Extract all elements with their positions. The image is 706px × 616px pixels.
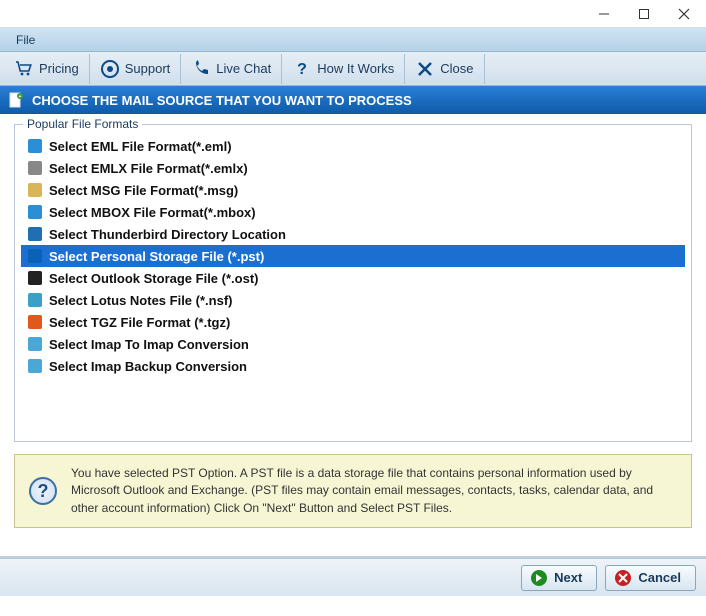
livechat-label: Live Chat: [216, 61, 271, 76]
format-item-label: Select Imap Backup Conversion: [49, 359, 247, 374]
support-label: Support: [125, 61, 171, 76]
thunderbird-icon: [27, 226, 43, 242]
format-item-eml[interactable]: Select EML File Format(*.eml): [21, 135, 685, 157]
content-area: Popular File Formats Select EML File For…: [0, 114, 706, 448]
format-item-ost[interactable]: Select Outlook Storage File (*.ost): [21, 267, 685, 289]
info-area: ? You have selected PST Option. A PST fi…: [0, 448, 706, 528]
cancel-button[interactable]: Cancel: [605, 565, 696, 591]
page-icon: +: [8, 92, 24, 108]
svg-text:?: ?: [297, 61, 307, 78]
format-item-nsf[interactable]: Select Lotus Notes File (*.nsf): [21, 289, 685, 311]
format-item-label: Select EMLX File Format(*.emlx): [49, 161, 248, 176]
format-item-label: Select TGZ File Format (*.tgz): [49, 315, 230, 330]
msg-icon: [27, 182, 43, 198]
phone-icon: [191, 59, 211, 79]
menubar: File: [0, 28, 706, 52]
imapbk-icon: [27, 358, 43, 374]
svg-text:+: +: [19, 94, 22, 100]
section-title: CHOOSE THE MAIL SOURCE THAT YOU WANT TO …: [32, 93, 412, 108]
pricing-label: Pricing: [39, 61, 79, 76]
info-box: ? You have selected PST Option. A PST fi…: [14, 454, 692, 528]
cancel-label: Cancel: [638, 570, 681, 585]
formats-legend: Popular File Formats: [23, 117, 142, 131]
format-item-label: Select Imap To Imap Conversion: [49, 337, 249, 352]
imap-icon: [27, 336, 43, 352]
cart-icon: [14, 59, 34, 79]
format-item-label: Select Personal Storage File (*.pst): [49, 249, 264, 264]
format-item-label: Select EML File Format(*.eml): [49, 139, 232, 154]
footer: Next Cancel: [0, 558, 706, 596]
mbox-icon: [27, 204, 43, 220]
next-button[interactable]: Next: [521, 565, 597, 591]
format-item-label: Select Outlook Storage File (*.ost): [49, 271, 258, 286]
howitworks-button[interactable]: ? How It Works: [282, 54, 405, 84]
format-item-msg[interactable]: Select MSG File Format(*.msg): [21, 179, 685, 201]
minimize-button[interactable]: [584, 1, 624, 27]
section-header: + CHOOSE THE MAIL SOURCE THAT YOU WANT T…: [0, 86, 706, 114]
next-label: Next: [554, 570, 582, 585]
format-item-imapbk[interactable]: Select Imap Backup Conversion: [21, 355, 685, 377]
emlx-icon: [27, 160, 43, 176]
menu-file[interactable]: File: [10, 30, 41, 50]
eml-icon: [27, 138, 43, 154]
formats-group: Popular File Formats Select EML File For…: [14, 124, 692, 442]
tgz-icon: [27, 314, 43, 330]
howitworks-label: How It Works: [317, 61, 394, 76]
format-item-thunderbird[interactable]: Select Thunderbird Directory Location: [21, 223, 685, 245]
support-icon: [100, 59, 120, 79]
nsf-icon: [27, 292, 43, 308]
format-item-label: Select Lotus Notes File (*.nsf): [49, 293, 232, 308]
support-button[interactable]: Support: [90, 54, 182, 84]
close-button[interactable]: Close: [405, 54, 484, 84]
close-icon: [415, 59, 435, 79]
pst-icon: [27, 248, 43, 264]
question-icon: ?: [292, 59, 312, 79]
format-item-mbox[interactable]: Select MBOX File Format(*.mbox): [21, 201, 685, 223]
format-item-tgz[interactable]: Select TGZ File Format (*.tgz): [21, 311, 685, 333]
close-window-button[interactable]: [664, 1, 704, 27]
close-label: Close: [440, 61, 473, 76]
format-item-label: Select MBOX File Format(*.mbox): [49, 205, 256, 220]
pricing-button[interactable]: Pricing: [4, 54, 90, 84]
maximize-button[interactable]: [624, 1, 664, 27]
format-item-imap[interactable]: Select Imap To Imap Conversion: [21, 333, 685, 355]
arrow-right-icon: [530, 569, 548, 587]
format-item-pst[interactable]: Select Personal Storage File (*.pst): [21, 245, 685, 267]
info-question-icon: ?: [29, 477, 57, 505]
format-item-emlx[interactable]: Select EMLX File Format(*.emlx): [21, 157, 685, 179]
ost-icon: [27, 270, 43, 286]
format-item-label: Select MSG File Format(*.msg): [49, 183, 238, 198]
format-item-label: Select Thunderbird Directory Location: [49, 227, 286, 242]
cancel-icon: [614, 569, 632, 587]
info-text: You have selected PST Option. A PST file…: [71, 465, 677, 517]
livechat-button[interactable]: Live Chat: [181, 54, 282, 84]
toolbar: Pricing Support Live Chat ? How It Works…: [0, 52, 706, 86]
window-titlebar: [0, 0, 706, 28]
